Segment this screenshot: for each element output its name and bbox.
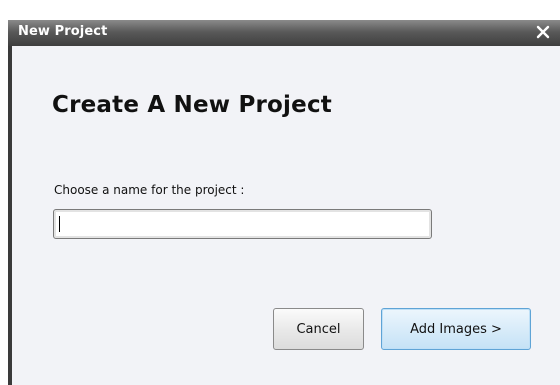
window-title: New Project [18, 24, 108, 39]
close-icon [536, 25, 550, 39]
project-name-input[interactable] [53, 209, 432, 239]
close-button[interactable] [532, 20, 554, 44]
title-bar[interactable]: New Project [8, 20, 560, 46]
add-images-button[interactable]: Add Images > [381, 308, 531, 350]
text-caret [59, 216, 60, 232]
project-name-label: Choose a name for the project : [54, 183, 245, 197]
cancel-button[interactable]: Cancel [273, 308, 364, 350]
dialog-heading: Create A New Project [52, 92, 332, 118]
